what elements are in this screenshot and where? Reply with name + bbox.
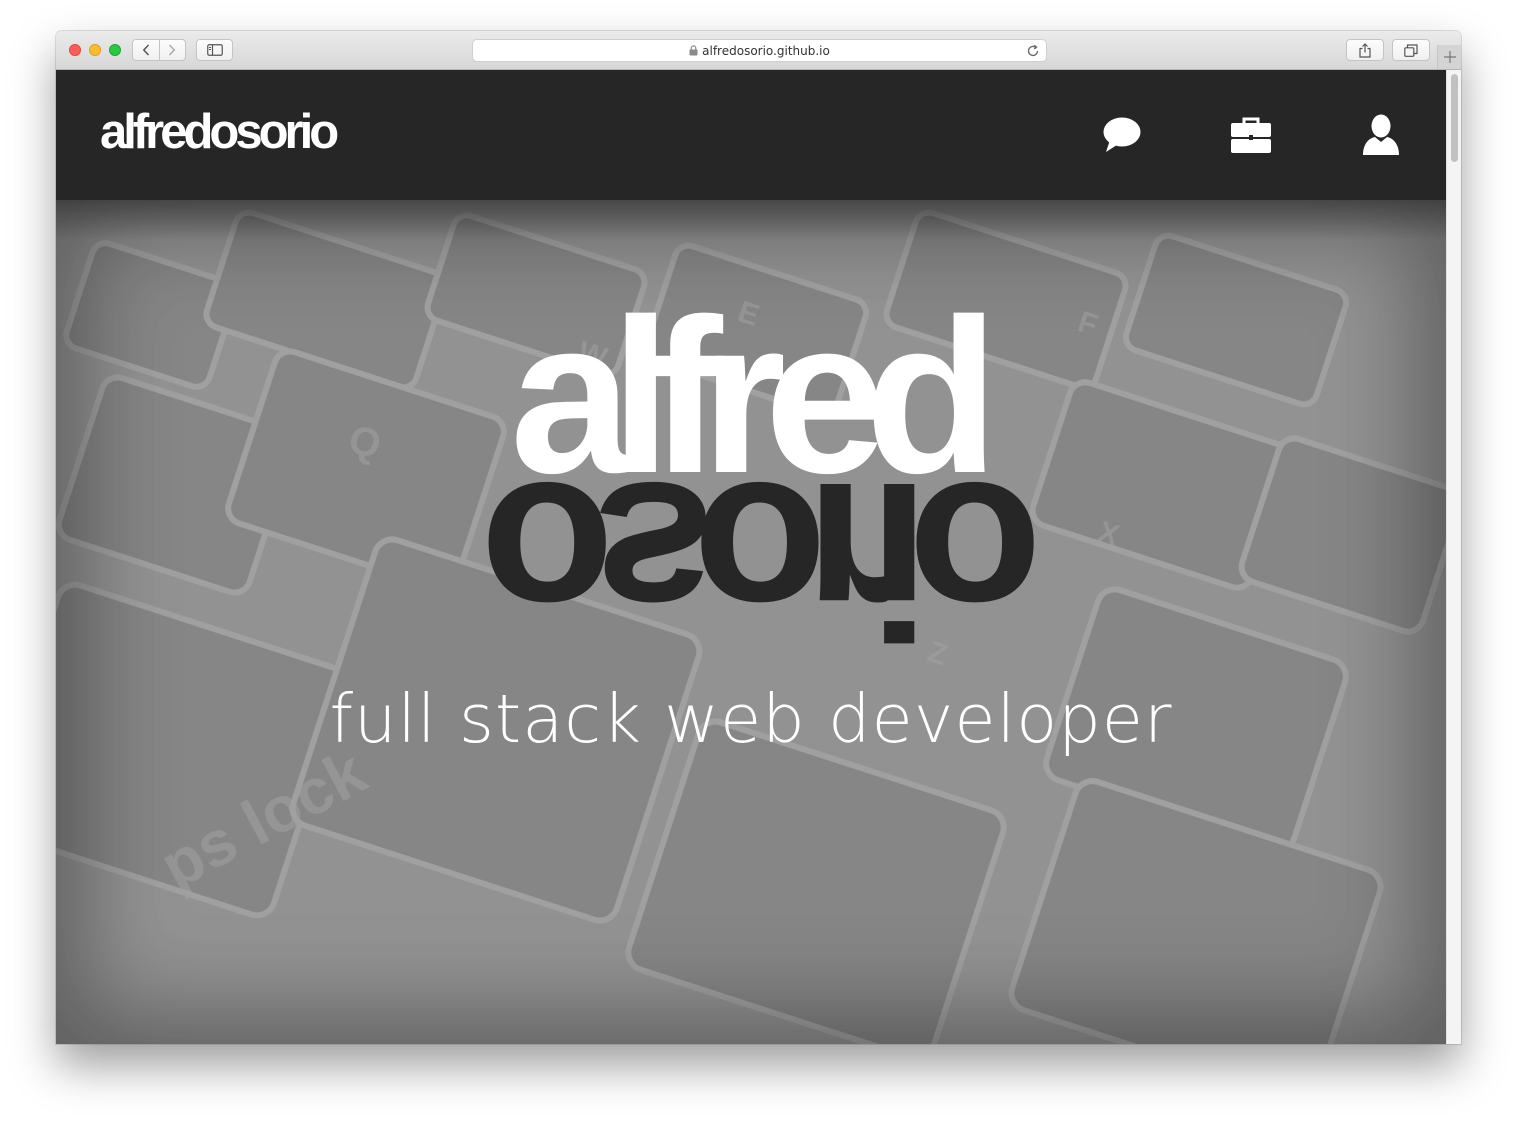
- chevron-left-icon: [142, 44, 149, 56]
- header-drop-shadow: [56, 200, 1446, 240]
- share-icon: [1359, 42, 1371, 58]
- address-bar-content: alfredosorio.github.io: [473, 40, 1046, 61]
- nav-contact-button[interactable]: [1100, 113, 1144, 157]
- back-button[interactable]: [133, 40, 159, 60]
- browser-toolbar: alfredosorio.github.io: [56, 31, 1461, 70]
- user-icon: [1363, 114, 1399, 155]
- chevron-right-icon: [169, 44, 176, 56]
- briefcase-icon: [1231, 117, 1271, 153]
- minimize-window-button[interactable]: [89, 44, 101, 56]
- site-header: alfredosorio: [56, 70, 1446, 200]
- url-text: alfredosorio.github.io: [702, 43, 830, 58]
- tabs-icon: [1404, 43, 1418, 57]
- address-bar[interactable]: alfredosorio.github.io: [472, 39, 1047, 62]
- nav-about-button[interactable]: [1359, 113, 1403, 157]
- scrollbar-thumb[interactable]: [1451, 74, 1458, 162]
- history-nav-group: [132, 39, 186, 61]
- plus-icon: [1444, 51, 1456, 63]
- show-tabs-button[interactable]: [1392, 39, 1430, 61]
- nav-portfolio-button[interactable]: [1229, 113, 1273, 157]
- forward-button[interactable]: [160, 40, 186, 60]
- sidebar-toggle-button[interactable]: [196, 39, 233, 61]
- share-button[interactable]: [1346, 39, 1384, 61]
- hero-logo-first-name: alfred: [510, 273, 999, 519]
- site-brand-logo[interactable]: alfredosorio: [100, 108, 339, 157]
- page-scrollbar[interactable]: [1446, 70, 1461, 1044]
- maximize-window-button[interactable]: [109, 44, 121, 56]
- chat-bubble-icon: [1103, 117, 1141, 152]
- sidebar-icon: [206, 44, 223, 56]
- hero-tagline: full stack web developer: [329, 680, 1173, 758]
- close-window-button[interactable]: [69, 44, 81, 56]
- new-tab-button[interactable]: [1437, 45, 1461, 69]
- hero-section: Q W E F X Z ps lock osorio alfred full s…: [56, 200, 1446, 1044]
- lock-icon: [689, 45, 698, 56]
- reload-icon[interactable]: [1026, 44, 1040, 58]
- browser-window: alfredosorio.github.io alfredosorio Q W …: [56, 31, 1461, 1044]
